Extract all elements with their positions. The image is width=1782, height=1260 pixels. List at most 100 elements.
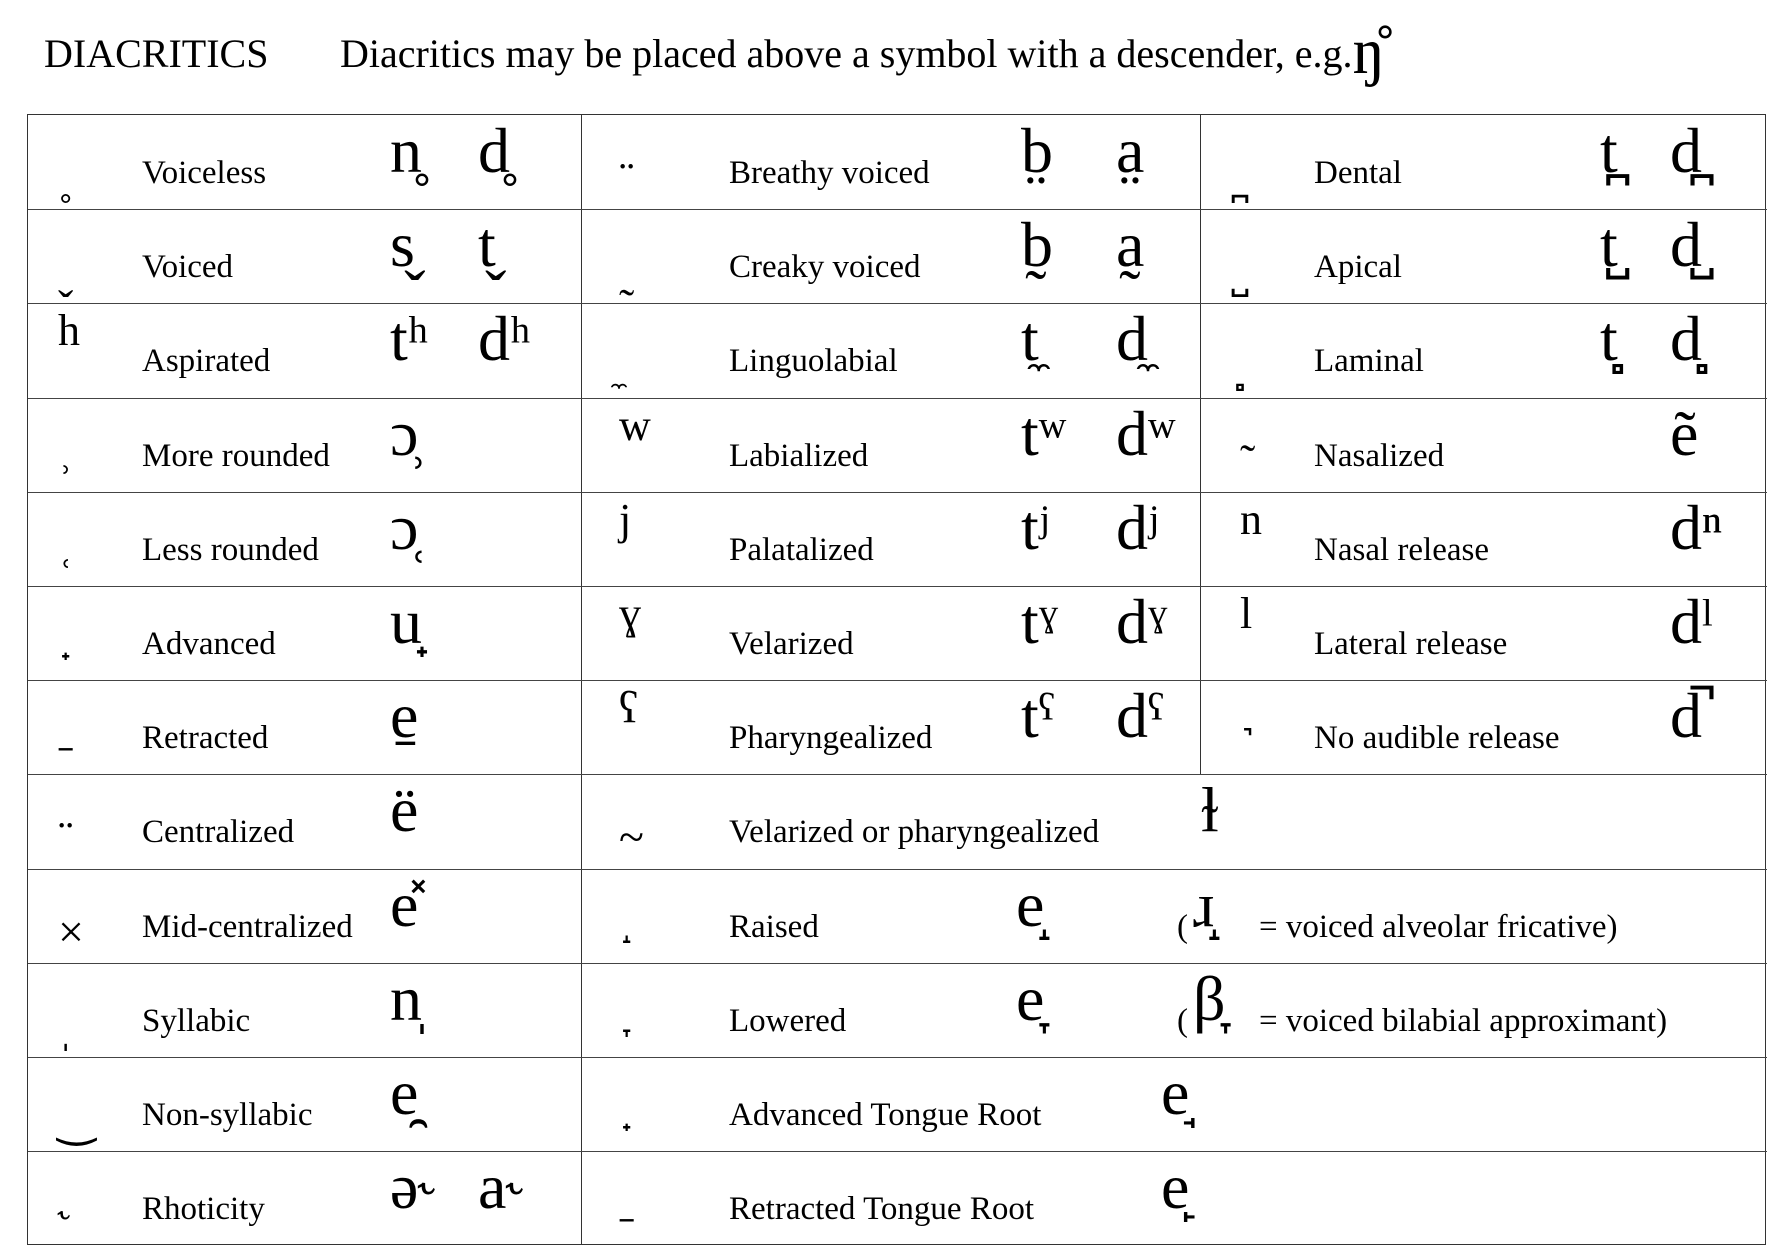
example-symbol: t̼ (1021, 303, 1039, 375)
example-symbol: ɔ̜ (390, 491, 419, 563)
diacritic-label: Apical (1314, 249, 1402, 286)
example-symbol: e̯ (390, 1057, 419, 1128)
example-symbol: t̻ (1600, 303, 1618, 375)
diacritic-mark: ˒ (58, 434, 74, 486)
diacritic-label: Voiced (142, 249, 234, 286)
table-row-wide: ˔ Raised e̝ (ɹ̝ = voiced alveolar fricative) (581, 869, 1767, 963)
example-symbol: s̬ (390, 209, 415, 281)
note-text: = voiced alveolar fricative) (1259, 908, 1618, 945)
example-symbol: ɫ (1201, 774, 1219, 846)
diacritic-label: More rounded (142, 437, 330, 474)
diacritic-mark: ˕ (619, 999, 635, 1051)
example-symbol: d̺ (1670, 209, 1702, 281)
header-description: Diacritics may be placed above a symbol … (340, 15, 1385, 88)
diacritic-label: Non-syllabic (142, 1097, 313, 1133)
example-symbol: a̤ (1116, 115, 1145, 186)
table-row-left: ˌ Syllabic n̩ (28, 963, 581, 1057)
diacritic-label: Rhoticity (142, 1191, 265, 1228)
example-symbol: b̰ (1021, 209, 1053, 281)
table-row-left: ‿ Non-syllabic e̯ (28, 1057, 581, 1151)
diacritic-label: Creaky voiced (729, 249, 921, 286)
diacritic-label: Less rounded (142, 531, 319, 568)
diacritic-label: No audible release (1314, 720, 1560, 757)
diacritic-mark: ~ (619, 811, 644, 863)
table-row-middle: w Labialized tʷ dʷ (581, 398, 1200, 492)
diacritic-label: Dental (1314, 155, 1402, 191)
diacritic-mark: ɣ (619, 589, 641, 638)
diacritic-label: Pharyngealized (729, 720, 933, 757)
table-row-left: ˬ Voiced s̬ t̬ (28, 209, 581, 303)
diacritic-mark: ˜ (1240, 434, 1256, 486)
example-symbol: tʰ (390, 303, 429, 375)
table-row-right: ˺ No audible release d̚ (1200, 680, 1767, 774)
table-row-right: ̻Laminalt̻d̻ (1200, 303, 1767, 397)
note-paren: ( (1177, 1002, 1188, 1039)
example-symbol: e̘ (1161, 1057, 1190, 1128)
diacritic-mark: ˖ (58, 623, 74, 674)
example-symbol: a˞ (478, 1151, 528, 1223)
diacritic-mark: ˗ (58, 717, 74, 769)
example-symbol: dʰ (478, 303, 531, 375)
diacritic-label: Advanced Tongue Root (729, 1097, 1042, 1133)
example-symbol: dˠ (1116, 586, 1167, 657)
diacritic-mark: h (58, 306, 80, 356)
table-row-left: × Mid-centralized e̽ (28, 869, 581, 963)
diacritic-label: Linguolabial (729, 343, 898, 380)
table-row-left: ˗ Retracted e̠ (28, 680, 581, 774)
diacritic-label: Breathy voiced (729, 155, 930, 191)
example-symbol: e̽ (390, 868, 419, 940)
table-row-wide: ~ Velarized or pharyngealized ɫ (581, 774, 1767, 868)
diacritic-mark: ‿ (58, 1094, 95, 1145)
diacritic-label: Syllabic (142, 1002, 251, 1039)
diacritic-mark: ˞ (58, 1188, 74, 1240)
example-symbol: dˤ (1116, 680, 1164, 752)
example-symbol: dˡ (1670, 586, 1713, 657)
example-symbol: d̥ (478, 115, 510, 186)
example-symbol: n̥ (390, 115, 422, 186)
table-row-right: n Nasal release dⁿ (1200, 492, 1767, 586)
diacritic-mark: ˗ (619, 1188, 635, 1240)
table-row-left: ˳ Voiceless n̥ d̥ (28, 115, 581, 209)
diacritic-mark: ˌ (58, 999, 74, 1051)
example-symbol: a̰ (1116, 209, 1145, 281)
example-symbol: t̬ (478, 209, 496, 281)
diacritic-label: Advanced (142, 626, 276, 662)
diacritic-label: Velarized or pharyngealized (729, 814, 1100, 851)
diacritic-label: Retracted Tongue Root (729, 1191, 1035, 1228)
table-row-wide: ˖ Advanced Tongue Root e̘ (581, 1057, 1767, 1151)
example-symbol: dⁿ (1670, 491, 1723, 563)
diacritic-mark: w (619, 400, 651, 450)
table-row-wide: ˗ Retracted Tongue Root e̙ (581, 1151, 1767, 1245)
example-symbol: e̙ (1161, 1151, 1190, 1223)
diacritic-mark: ˺ (1240, 717, 1256, 769)
diacritic-mark: j (619, 494, 632, 544)
example-symbol: dʷ (1116, 397, 1176, 469)
note-symbol: β̞ (1193, 962, 1226, 1034)
example-symbol: n̩ (390, 962, 422, 1034)
table-row-middle: j Palatalized tʲ dʲ (581, 492, 1200, 586)
example-symbol: ë (390, 774, 419, 846)
example-symbol: d̚ (1670, 680, 1702, 752)
example-symbol: ẽ (1670, 397, 1699, 469)
table-row-middle: ¨ Breathy voiced b̤ a̤ (581, 115, 1200, 209)
table-row-wide: ˕ Lowered e̞ (β̞ = voiced bilabial approxima… (581, 963, 1767, 1057)
diacritic-mark: ˳ (58, 152, 74, 203)
table-row-middle: ʕ Pharyngealized tˤ dˤ (581, 680, 1200, 774)
table-row-left: ˓ Less rounded ɔ̜ (28, 492, 581, 586)
diacritic-label: Velarized (729, 626, 854, 662)
example-symbol: d̼ (1116, 303, 1148, 375)
table-row-left: h Aspirated tʰ dʰ (28, 303, 581, 397)
table-row-right: ̪Dentalt̪d̪ (1200, 115, 1767, 209)
table-row-left: ˞ Rhoticity ə˞ a˞ (28, 1151, 581, 1245)
diacritic-label: Lateral release (1314, 626, 1508, 662)
diacritic-mark: n (1240, 494, 1262, 544)
example-symbol: e̞ (1016, 962, 1045, 1034)
diacritic-mark: ʕ (619, 683, 639, 733)
page-header: DIACRITICS Diacritics may be placed abov… (44, 15, 1385, 88)
diacritic-mark: ˬ (58, 246, 74, 298)
diacritic-label: Nasalized (1314, 437, 1445, 474)
example-symbol: e̠ (390, 680, 419, 752)
example-symbol: ə˞ (390, 1151, 440, 1223)
diacritic-mark: l (1240, 589, 1253, 638)
diacritic-mark: ¨ (58, 811, 74, 863)
